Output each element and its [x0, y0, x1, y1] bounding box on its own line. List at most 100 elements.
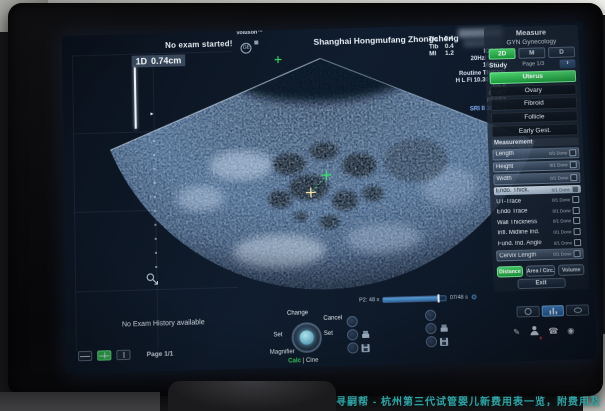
row-checkbox[interactable]	[573, 228, 580, 235]
p4-key-button[interactable]	[425, 310, 436, 321]
mode-button-d[interactable]: D	[548, 46, 575, 57]
console-edge	[0, 392, 160, 411]
annotate-pencil-icon[interactable]: ✎	[513, 327, 520, 336]
cine-slider[interactable]	[382, 295, 447, 303]
row-status: 0/1 Done	[550, 175, 568, 180]
tool-distance-button[interactable]: Distance	[497, 266, 523, 278]
panel-title: Measure	[488, 27, 574, 38]
trackball-calc-label: Calc	[288, 358, 301, 364]
row-checkbox[interactable]	[573, 250, 580, 257]
mode-button-2d[interactable]: 2D	[489, 48, 516, 59]
row-status: 0/1 Done	[549, 163, 567, 168]
caliper-toggle-circle[interactable]	[516, 306, 539, 318]
row-checkbox[interactable]	[573, 207, 580, 214]
caliper-toggle-ellipse[interactable]	[566, 304, 589, 316]
cine-slider-fill	[383, 296, 438, 302]
trackball-hint: Change Cancel Set Set Magnifier Calc | C…	[261, 309, 359, 367]
measurement-row-length[interactable]: Length 0/1 Done	[492, 147, 579, 160]
probe-orientation-marker	[274, 56, 281, 63]
add-patient-plus: +	[539, 336, 543, 342]
save-icon	[361, 343, 369, 351]
row-checkbox[interactable]	[570, 174, 577, 181]
p2-key-button[interactable]	[347, 329, 358, 340]
row-label: Endo. Thick.	[496, 187, 550, 194]
study-item-ovary[interactable]: Ovary	[490, 83, 577, 97]
brand-mark	[255, 41, 259, 45]
phone-icon[interactable]: ☎	[548, 326, 558, 335]
row-label: Cervix Length	[499, 252, 551, 259]
brand-name: Voluson™	[236, 30, 263, 37]
record-icon[interactable]: ◉	[567, 325, 574, 334]
row-label: Fund. Ind. Angle	[498, 240, 552, 248]
measurement-row-ut-trace[interactable]: UT-Trace 0/1 Done	[494, 195, 581, 206]
study-item-follicle[interactable]: Follicle	[491, 110, 578, 124]
row-checkbox[interactable]	[572, 196, 579, 203]
trackball-hint-left: Set	[273, 332, 282, 338]
p1-key-button[interactable]	[346, 316, 357, 327]
utility-icon-row: ✎ + ☎ ◉	[513, 321, 575, 341]
ultrasound-screen: No exam started! Voluson™ GE Shanghai Ho…	[62, 22, 597, 374]
panel-subtitle: GYN Gynecology	[488, 38, 574, 47]
row-checkbox[interactable]	[570, 161, 577, 168]
quad-view-button[interactable]	[97, 350, 111, 361]
p3-key-button[interactable]	[347, 342, 358, 353]
row-status: 0/1 Done	[551, 187, 569, 192]
exit-button[interactable]: Exit	[517, 278, 566, 289]
measurement-row-height[interactable]: Height 0/1 Done	[493, 160, 580, 173]
row-checkbox[interactable]	[569, 149, 576, 156]
row-status: 0/1 Done	[549, 150, 567, 155]
focus-marker-icon[interactable]: ▸	[150, 110, 153, 117]
cine-slider-thumb[interactable]	[437, 294, 439, 302]
row-label: Width	[496, 175, 548, 182]
p6-key-button[interactable]	[426, 336, 437, 347]
trackball-hint-top-right: Cancel	[323, 315, 342, 322]
row-status: 0/1 Done	[552, 197, 570, 203]
study-item-early-gest[interactable]: Early Gest.	[491, 124, 578, 138]
cine-label: P2: 48 s	[359, 297, 379, 304]
trackball-hint-bottom: Calc | Cine	[288, 358, 318, 365]
caliper-toggle-graph[interactable]	[541, 305, 564, 317]
study-label: Study	[489, 62, 507, 69]
row-checkbox[interactable]	[572, 186, 579, 193]
tool-area-circ-button[interactable]: Area / Circ.	[526, 265, 556, 277]
row-checkbox[interactable]	[573, 217, 580, 224]
measurement-row-midline-ind[interactable]: Infl. Midline Ind. 0/1 Done	[495, 227, 582, 238]
measurement-row-endo-trace[interactable]: Endo Trace 0/1 Done	[495, 206, 582, 217]
study-item-uterus[interactable]: Uterus	[489, 70, 576, 84]
row-status: 0/1 Done	[553, 229, 571, 235]
exit-row: Exit	[497, 278, 585, 290]
measurement-row-endo-thick[interactable]: Endo. Thick. 0/1 Done	[494, 185, 581, 196]
cine-value: 07/48 s	[450, 295, 468, 302]
p5-key-button[interactable]	[425, 323, 436, 334]
row-label: Length	[495, 150, 547, 157]
trackball-hint-right: Set	[324, 331, 333, 337]
row-checkbox[interactable]	[574, 239, 581, 246]
measurement-section-header: Measurement	[492, 137, 579, 147]
graph-icon	[548, 306, 557, 315]
measurement-row-wall-thickness[interactable]: Wall Thickness 0/1 Done	[495, 216, 582, 227]
circle-caliper-icon	[523, 307, 532, 316]
trackball-cine-label: | Cine	[303, 358, 319, 365]
study-next-page-button[interactable]: ›	[559, 59, 575, 68]
mode-button-row: 2D M D	[489, 46, 576, 59]
patient-icon[interactable]: +	[529, 322, 540, 341]
distance-measurement-label: 1D 0.74cm	[132, 54, 186, 67]
printer-icon	[361, 330, 370, 338]
single-view-button[interactable]	[78, 351, 92, 362]
gear-icon[interactable]: ⚙	[471, 293, 478, 301]
row-status: 0/1 Done	[554, 240, 573, 246]
measurement-row-cervix-length[interactable]: Cervix Length 0/1 Done	[496, 248, 584, 261]
study-item-fibroid[interactable]: Fibroid	[490, 97, 577, 111]
row-label: UT-Trace	[496, 197, 550, 204]
measurement-row-fund-ind-angle[interactable]: Fund. Ind. Angle 0/1 Done	[496, 238, 584, 249]
dual-view-button[interactable]	[116, 350, 130, 361]
row-status: 0/1 Done	[553, 219, 571, 225]
mode-button-m[interactable]: M	[518, 47, 545, 58]
body-mark-icon	[145, 272, 159, 287]
caliper-mode-toggle	[516, 304, 589, 317]
generic-tools-row: Distance Area / Circ. Volume	[497, 264, 585, 278]
row-label: Endo Trace	[497, 208, 551, 216]
measurement-row-width[interactable]: Width 0/1 Done	[493, 172, 580, 185]
row-label: Height	[496, 163, 548, 170]
tool-volume-button[interactable]: Volume	[558, 264, 584, 276]
